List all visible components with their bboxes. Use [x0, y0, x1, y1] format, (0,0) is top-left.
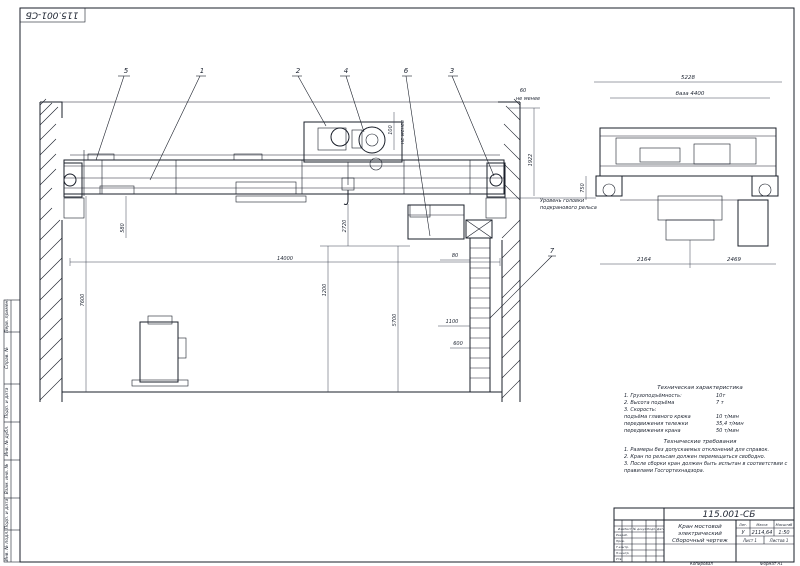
title-sheets: Листов 1	[769, 538, 789, 543]
tech-specs: Техническая характеристика 1. Грузоподъё…	[624, 385, 787, 474]
callout-5: 5	[124, 67, 129, 75]
side-strip: Перв. примен. Справ. № Подп. и дата Инв.…	[3, 299, 21, 563]
spec-value-2: 7 т	[716, 400, 725, 406]
req-line-4: правилами Госгортехнадзора.	[624, 468, 704, 474]
spec-value-4: 10 т/мин	[716, 414, 740, 420]
row-nkontr: Н.контр.	[616, 551, 629, 555]
title-lit: Лит.	[738, 523, 747, 527]
side-dim-2164: 2164	[637, 257, 651, 263]
dim-60: 60	[520, 88, 526, 94]
dim-1100: 1100	[446, 319, 459, 325]
specs-title: Техническая характеристика	[657, 385, 743, 391]
strip-label-5: Взам. инв. №	[4, 463, 10, 494]
title-scale: Масштаб	[776, 523, 793, 527]
col-ndoc: № докум.	[632, 527, 648, 531]
title-sheet: Лист 1	[742, 538, 757, 543]
rail-level-label-2: подкранового рельса	[540, 205, 597, 211]
callout-4: 4	[344, 67, 348, 75]
rotated-drawing-number: 115.001-СБ	[26, 10, 79, 20]
side-dim-5228: 5228	[681, 75, 695, 81]
row-razrab: Разраб.	[616, 533, 628, 537]
title-mass-value: 2114,64	[752, 530, 773, 536]
building-section	[39, 98, 521, 402]
spec-label-5: передвижения тележки	[624, 421, 689, 427]
col-podp: Подп.	[647, 527, 656, 531]
dim-1922: 1922	[528, 154, 534, 167]
spec-value-5: 35,4 т/мин	[716, 421, 744, 427]
row-tkontr: Т.контр.	[616, 545, 629, 549]
dim-ne-menee-top: не менее	[516, 96, 540, 102]
spec-value-1: 10т	[716, 393, 726, 399]
assembly-drawing: 115.001-СБ Перв. примен. Справ. № Подп. …	[3, 7, 795, 566]
title-name-1: Кран мостовой	[678, 524, 722, 530]
crane-bridge	[63, 150, 507, 219]
side-dim-base: база 4400	[676, 91, 705, 97]
title-lit-value: У	[741, 530, 745, 536]
strip-label-3: Подп. и дата	[4, 387, 10, 418]
row-utv: Утв.	[616, 557, 622, 561]
side-dim-750: 750	[580, 183, 586, 193]
strip-label-1: Перв. примен.	[4, 299, 10, 333]
col-list: Лист	[623, 527, 632, 531]
dim-1200: 1200	[322, 284, 328, 297]
spec-label-2: 2. Высота подъёма	[624, 400, 674, 406]
callout-7: 7	[550, 247, 555, 255]
spec-label-4: подъёма главного крюка	[624, 414, 691, 420]
title-name-3: Сборочный чертеж	[672, 538, 728, 544]
side-dim-2469: 2469	[727, 257, 741, 263]
spec-value-6: 50 т/мин	[716, 428, 740, 434]
dim-2720: 2720	[342, 220, 348, 233]
title-scale-value: 1:50	[778, 530, 789, 536]
requirements-title: Технические требования	[664, 439, 737, 445]
callout-3: 3	[450, 67, 454, 75]
dim-80: 80	[452, 253, 458, 259]
ladder	[465, 219, 493, 392]
dim-5700: 5700	[392, 314, 398, 327]
rail-level-label-1: Уровень головки	[540, 198, 585, 204]
dim-14000: 14000	[277, 256, 293, 262]
dim-ne-menee-side: не менее	[400, 120, 406, 144]
req-line-3: 3. После сборки кран должен быть испытан…	[624, 461, 787, 467]
strip-label-6: Подп. и дата	[4, 498, 10, 529]
spec-label-6: передвижения крана	[624, 428, 681, 434]
callout-6: 6	[404, 67, 409, 75]
side-view: 5228 база 4400 750 2164 2469	[580, 75, 782, 268]
kopiroval-label: Копировал	[690, 561, 713, 566]
callout-2: 2	[296, 67, 301, 75]
main-dimensions: 14000 7600 580 2720 1200 5700 80 1100 60…	[69, 88, 597, 392]
spec-label-3: 3. Скорость:	[624, 407, 657, 413]
spec-label-1: 1. Грузоподъёмность:	[624, 393, 682, 399]
format-label: Формат А1	[760, 561, 783, 566]
row-prov: Пров.	[616, 539, 625, 543]
strip-label-4: Инв. № дубл.	[4, 426, 10, 457]
dim-100: 100	[388, 125, 394, 135]
title-name-2: электрический	[678, 531, 722, 537]
callout-1: 1	[200, 67, 204, 75]
dim-7600: 7600	[80, 294, 86, 307]
col-data: Дата	[656, 527, 665, 531]
title-doc-number: 115.001-СБ	[703, 510, 756, 520]
floor-machine	[131, 315, 189, 387]
dim-600: 600	[453, 341, 463, 347]
req-line-2: 2. Кран по рельсам должен перемещаться с…	[624, 454, 765, 460]
title-mass: Масса	[756, 523, 767, 527]
title-block: 115.001-СБ Кран мостовой электрический С…	[613, 507, 795, 563]
req-line-1: 1. Размеры без допускаемых отклонений дл…	[624, 447, 769, 453]
operator-cabin	[407, 204, 465, 240]
strip-label-2: Справ. №	[4, 347, 10, 369]
dim-580: 580	[120, 223, 126, 233]
strip-label-7: Инв. № подл.	[4, 530, 10, 561]
